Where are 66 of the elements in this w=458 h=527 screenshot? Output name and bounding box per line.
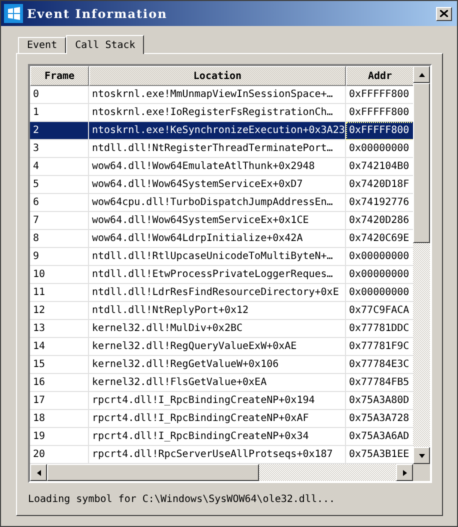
table-cell: 19 bbox=[30, 428, 89, 446]
table-cell: wow64cpu.dll!TurboDispatchJumpAddressEn… bbox=[89, 194, 346, 212]
table-cell: rpcrt4.dll!RpcServerUseAllProtseqs+0x187 bbox=[89, 446, 346, 464]
table-cell: 7 bbox=[30, 212, 89, 230]
table-cell: 11 bbox=[30, 284, 89, 302]
table-cell: rpcrt4.dll!I_RpcBindingCreateNP+0x194 bbox=[89, 392, 346, 410]
scroll-down-button[interactable] bbox=[413, 447, 430, 464]
left-arrow-icon bbox=[36, 470, 40, 476]
table-cell: ntdll.dll!EtwProcessPrivateLoggerReques… bbox=[89, 266, 346, 284]
table-cell: 20 bbox=[30, 446, 89, 464]
table-cell: 12 bbox=[30, 302, 89, 320]
close-icon bbox=[440, 10, 448, 17]
table-cell: 0 bbox=[30, 86, 89, 104]
table-cell: 15 bbox=[30, 356, 89, 374]
close-button[interactable] bbox=[436, 6, 452, 20]
table-cell: kernel32.dll!RegGetValueW+0x106 bbox=[89, 356, 346, 374]
table-cell: 1 bbox=[30, 104, 89, 122]
table-cell: ntoskrnl.exe!KeSynchronizeExecution+0x3A23 bbox=[89, 122, 346, 140]
table-cell: ntdll.dll!LdrResFindResourceDirectory+0xE bbox=[89, 284, 346, 302]
table-cell: 3 bbox=[30, 140, 89, 158]
scroll-thumb[interactable] bbox=[413, 83, 430, 243]
table-cell: rpcrt4.dll!I_RpcBindingCreateNP+0x34 bbox=[89, 428, 346, 446]
table-cell: 4 bbox=[30, 158, 89, 176]
tab[interactable]: Call Stack bbox=[66, 35, 144, 54]
table-cell: 9 bbox=[30, 248, 89, 266]
status-text: Loading symbol for C:\Windows\SysWOW64\ole32.dll... bbox=[28, 493, 336, 505]
table-cell: wow64.dll!Wow64EmulateAtlThunk+0x2948 bbox=[89, 158, 346, 176]
down-arrow-icon bbox=[418, 454, 424, 458]
table-cell: ntoskrnl.exe!MmUnmapViewInSessionSpace+… bbox=[89, 86, 346, 104]
table-cell: kernel32.dll!RegQueryValueExW+0xAE bbox=[89, 338, 346, 356]
scrollbar-corner bbox=[413, 464, 430, 481]
table-cell: 2 bbox=[30, 122, 89, 140]
table-cell: rpcrt4.dll!I_RpcBindingCreateNP+0xAF bbox=[89, 410, 346, 428]
scroll-up-button[interactable] bbox=[413, 66, 430, 83]
vertical-scrollbar[interactable] bbox=[413, 66, 430, 464]
table-cell: ntoskrnl.exe!IoRegisterFsRegistrationCh… bbox=[89, 104, 346, 122]
table-cell: 16 bbox=[30, 374, 89, 392]
tab[interactable]: Event bbox=[18, 37, 66, 53]
scroll-right-button[interactable] bbox=[396, 464, 413, 481]
table-cell: 14 bbox=[30, 338, 89, 356]
table-cell: 10 bbox=[30, 266, 89, 284]
column-header[interactable]: Addr bbox=[346, 66, 413, 86]
table-cell: kernel32.dll!FlsGetValue+0xEA bbox=[89, 374, 346, 392]
table-cell: 18 bbox=[30, 410, 89, 428]
table-cell: wow64.dll!Wow64SystemServiceEx+0x1CE bbox=[89, 212, 346, 230]
right-arrow-icon bbox=[402, 470, 406, 476]
table-cell: kernel32.dll!MulDiv+0x2BC bbox=[89, 320, 346, 338]
scroll-thumb[interactable] bbox=[47, 464, 259, 481]
up-arrow-icon bbox=[418, 72, 424, 76]
table-cell: 8 bbox=[30, 230, 89, 248]
table-cell: ntdll.dll!NtRegisterThreadTerminatePort… bbox=[89, 140, 346, 158]
column-header[interactable]: Location bbox=[89, 66, 346, 86]
scroll-left-button[interactable] bbox=[30, 464, 47, 481]
windows-logo-icon bbox=[4, 4, 23, 23]
table-cell: 13 bbox=[30, 320, 89, 338]
table-cell: wow64.dll!Wow64SystemServiceEx+0xD7 bbox=[89, 176, 346, 194]
table-cell: ntdll.dll!RtlUpcaseUnicodeToMultiByteN+… bbox=[89, 248, 346, 266]
table-cell: 0xFFFFF800 bbox=[346, 122, 413, 140]
table-cell: 5 bbox=[30, 176, 89, 194]
horizontal-scrollbar[interactable] bbox=[30, 464, 413, 481]
window-title: Event Information bbox=[27, 6, 168, 20]
table-cell: wow64.dll!Wow64LdrpInitialize+0x42A bbox=[89, 230, 346, 248]
column-header[interactable]: Frame bbox=[30, 66, 89, 86]
table-cell: 17 bbox=[30, 392, 89, 410]
table-cell: 6 bbox=[30, 194, 89, 212]
table-cell: ntdll.dll!NtReplyPort+0x12 bbox=[89, 302, 346, 320]
